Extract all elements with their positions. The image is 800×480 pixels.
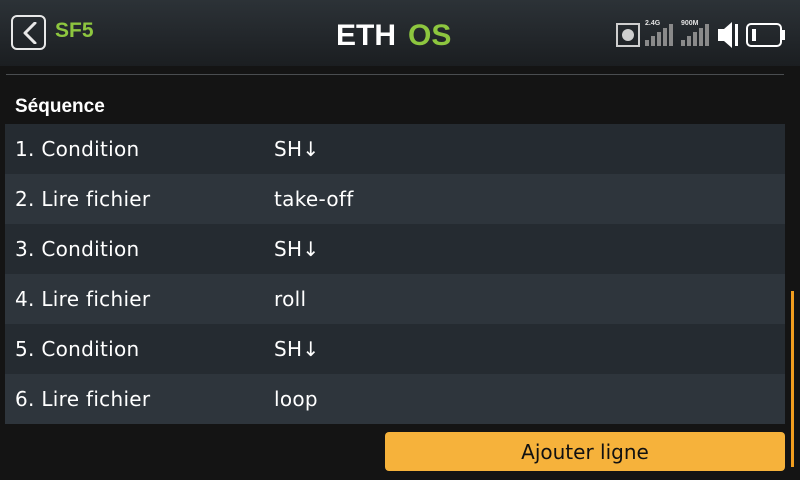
signal-900m-icon bbox=[681, 24, 709, 46]
sequence-row[interactable]: 4. Lire fichier roll bbox=[5, 274, 785, 324]
sequence-row-value[interactable]: take-off bbox=[274, 187, 354, 211]
sequence-list: 1. Condition SH↓ 2. Lire fichier take-of… bbox=[5, 124, 785, 424]
sequence-row[interactable]: 5. Condition SH↓ bbox=[5, 324, 785, 374]
screen-title: SF5 bbox=[55, 19, 94, 42]
sequence-row[interactable]: 6. Lire fichier loop bbox=[5, 374, 785, 424]
sequence-row-value[interactable]: loop bbox=[274, 387, 318, 411]
volume-icon bbox=[718, 22, 738, 48]
record-icon bbox=[616, 23, 640, 47]
divider bbox=[6, 74, 784, 75]
ethos-logo: ETH OS bbox=[336, 19, 451, 51]
sequence-row-value[interactable]: roll bbox=[274, 287, 306, 311]
sequence-row-label: 6. Lire fichier bbox=[15, 387, 151, 411]
top-bar: SF5 ETH OS 2.4G 900M bbox=[0, 0, 800, 66]
sequence-row-value[interactable]: SH↓ bbox=[274, 337, 319, 361]
rx-900-label: 900M bbox=[681, 20, 699, 27]
chevron-left-icon bbox=[23, 22, 37, 44]
back-button[interactable] bbox=[11, 15, 46, 50]
sequence-row-label: 4. Lire fichier bbox=[15, 287, 151, 311]
sequence-row-value[interactable]: SH↓ bbox=[274, 137, 319, 161]
sequence-row-label: 1. Condition bbox=[15, 137, 140, 161]
add-line-button[interactable]: Ajouter ligne bbox=[385, 432, 785, 471]
scrollbar[interactable] bbox=[791, 291, 794, 467]
logo-part-eth: ETH bbox=[336, 19, 396, 51]
battery-icon bbox=[746, 23, 785, 47]
signal-2.4g-icon bbox=[645, 24, 673, 46]
sequence-row[interactable]: 3. Condition SH↓ bbox=[5, 224, 785, 274]
sequence-row-value[interactable]: SH↓ bbox=[274, 237, 319, 261]
logo-part-os: OS bbox=[408, 19, 451, 51]
sequence-row-label: 2. Lire fichier bbox=[15, 187, 151, 211]
sequence-row[interactable]: 2. Lire fichier take-off bbox=[5, 174, 785, 224]
section-title: Séquence bbox=[15, 96, 105, 117]
sequence-row[interactable]: 1. Condition SH↓ bbox=[5, 124, 785, 174]
sequence-row-label: 5. Condition bbox=[15, 337, 140, 361]
status-area: 2.4G 900M bbox=[615, 14, 795, 50]
rx-24-label: 2.4G bbox=[645, 20, 661, 27]
sequence-row-label: 3. Condition bbox=[15, 237, 140, 261]
